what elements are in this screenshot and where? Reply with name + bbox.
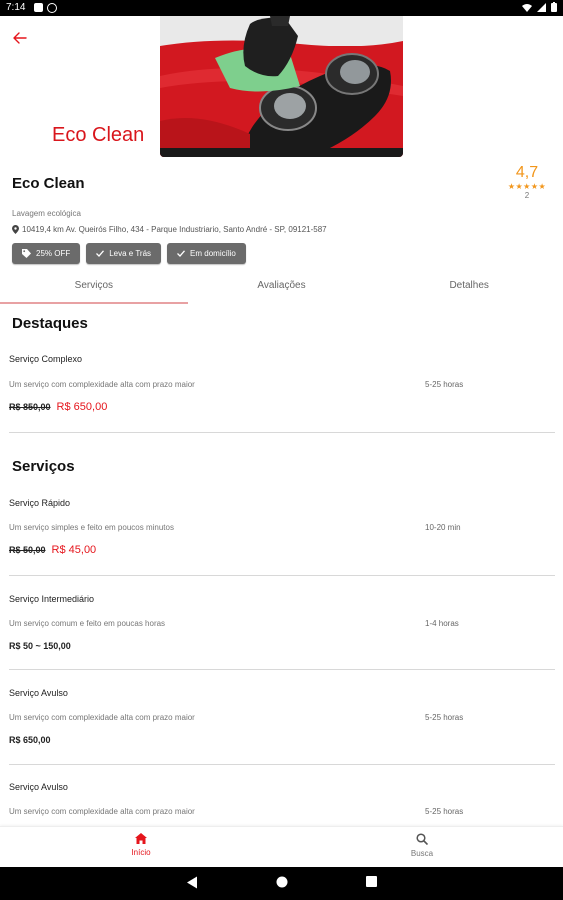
nav-search-label: Busca xyxy=(410,849,434,858)
service-name: Serviço Avulso xyxy=(9,782,68,792)
battery-icon xyxy=(551,2,557,12)
rating-stars: ★★★★★ xyxy=(507,182,547,191)
rating-score: 4,7 xyxy=(515,164,539,181)
shop-cover-image xyxy=(160,16,403,157)
badge-label: 25% OFF xyxy=(36,249,71,258)
services-title: Serviços xyxy=(12,458,75,475)
discount-price: R$ 45,00 xyxy=(51,544,97,556)
address-text: 10419,4 km Av. Queirós Filho, 434 - Parq… xyxy=(22,225,327,234)
service-name: Serviço Intermediário xyxy=(9,594,95,604)
notification-icons xyxy=(34,3,57,13)
nav-home[interactable]: Início xyxy=(111,833,171,857)
price: R$ 50 ~ 150,00 xyxy=(9,641,71,651)
bottom-navigation: Início Busca xyxy=(0,826,563,867)
review-count: 2 xyxy=(524,191,530,200)
rating-summary: 4,7 ★★★★★ 2 xyxy=(500,164,554,201)
system-icons xyxy=(522,2,557,12)
tab-detalhes[interactable]: Detalhes xyxy=(375,272,563,304)
service-price: R$ 50,00 R$ 45,00 xyxy=(9,544,96,556)
brand-logo-text: Eco Clean xyxy=(52,124,145,146)
tab-bar: Serviços Avaliações Detalhes xyxy=(0,272,563,304)
status-bar: 7:14 xyxy=(0,0,563,16)
location-pin-icon xyxy=(12,225,19,234)
check-icon xyxy=(96,250,105,257)
highlights-title: Destaques xyxy=(12,315,88,332)
price: R$ 650,00 xyxy=(9,735,51,745)
back-arrow-icon[interactable] xyxy=(10,28,30,48)
service-duration: 1-4 horas xyxy=(425,619,459,628)
home-service-badge: Em domicílio xyxy=(167,243,246,264)
nav-search[interactable]: Busca xyxy=(392,833,452,858)
service-description: Um serviço comum e feito em poucas horas xyxy=(9,619,166,628)
tag-icon xyxy=(22,249,31,258)
discount-badge: 25% OFF xyxy=(12,243,81,264)
divider xyxy=(9,575,555,576)
badge-label: Leva e Trás xyxy=(109,249,152,258)
service-price: R$ 50 ~ 150,00 xyxy=(9,641,71,651)
service-description: Um serviço com complexidade alta com pra… xyxy=(9,713,195,722)
divider xyxy=(9,669,555,670)
status-time: 7:14 xyxy=(6,2,26,13)
service-description: Um serviço com complexidade alta com pra… xyxy=(9,807,195,816)
home-circle-icon[interactable] xyxy=(276,876,288,888)
service-price: R$ 850,00 R$ 650,00 xyxy=(9,401,107,413)
back-triangle-icon[interactable] xyxy=(186,876,198,889)
divider xyxy=(9,764,555,765)
service-name: Serviço Rápido xyxy=(9,498,71,508)
service-duration: 5-25 horas xyxy=(425,380,464,389)
service-duration: 5-25 horas xyxy=(425,713,464,722)
notification-icon xyxy=(34,3,43,12)
old-price: R$ 850,00 xyxy=(9,402,51,412)
feature-badges: 25% OFF Leva e Trás Em domicílio xyxy=(12,243,246,264)
shop-name: Eco Clean xyxy=(12,175,85,192)
service-name: Serviço Avulso xyxy=(9,688,68,698)
service-price: R$ 650,00 xyxy=(9,735,51,745)
search-icon xyxy=(416,833,429,846)
service-duration: 5-25 horas xyxy=(425,807,464,816)
shop-address: 10419,4 km Av. Queirós Filho, 434 - Parq… xyxy=(12,225,327,234)
signal-icon xyxy=(537,2,546,12)
badge-label: Em domicílio xyxy=(190,249,236,258)
sync-icon xyxy=(47,3,57,13)
service-duration: 10-20 min xyxy=(425,523,461,532)
shop-category: Lavagem ecológica xyxy=(12,209,81,218)
tab-servicos[interactable]: Serviços xyxy=(0,272,188,304)
wifi-icon xyxy=(522,3,532,12)
pickup-badge: Leva e Trás xyxy=(86,243,162,264)
nav-home-label: Início xyxy=(131,848,151,857)
discount-price: R$ 650,00 xyxy=(56,401,108,413)
service-description: Um serviço simples e feito em poucos min… xyxy=(9,523,174,532)
service-name: Serviço Complexo xyxy=(9,354,83,364)
divider xyxy=(9,432,555,433)
old-price: R$ 50,00 xyxy=(9,545,46,555)
recents-square-icon[interactable] xyxy=(366,876,377,887)
check-icon xyxy=(177,250,186,257)
home-icon xyxy=(135,833,147,844)
system-navigation-bar xyxy=(0,867,563,900)
service-description: Um serviço com complexidade alta com pra… xyxy=(9,380,195,389)
tab-avaliacoes[interactable]: Avaliações xyxy=(188,272,376,304)
